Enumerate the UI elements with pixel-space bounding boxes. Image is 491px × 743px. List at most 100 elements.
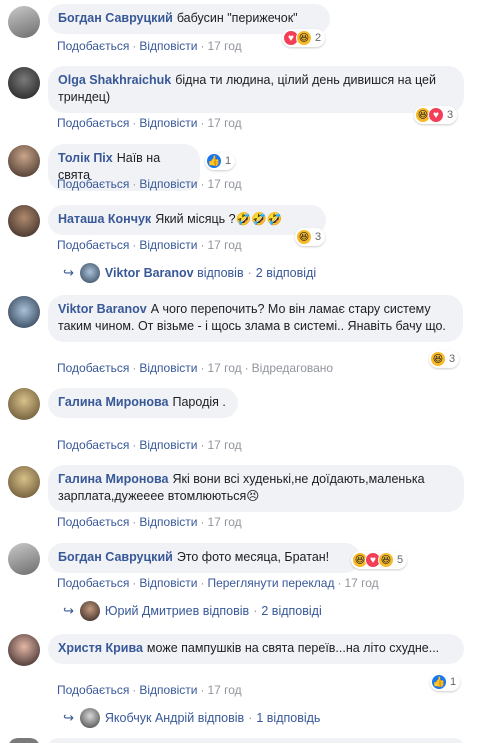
comment-author[interactable]: Наташа Кончук	[58, 212, 151, 226]
reply-link[interactable]: Відповісти	[139, 683, 197, 697]
timestamp[interactable]: 17 год	[207, 116, 241, 130]
avatar	[79, 601, 100, 621]
avatar[interactable]	[8, 296, 40, 328]
avatar	[79, 708, 100, 728]
avatar[interactable]	[8, 145, 40, 177]
reactions-summary[interactable]: ♥ 😆 2	[282, 29, 326, 47]
comment-author[interactable]: Галина Миронова	[58, 472, 169, 486]
comment-author[interactable]: Богдан Савруцкий	[58, 550, 173, 564]
comment-bubble: Богдан Савруцкий Это фото месяца, Братан!	[48, 543, 360, 573]
edited-label: Відредаговано	[251, 361, 334, 375]
reply-arrow-icon: ↪	[63, 710, 74, 725]
timestamp[interactable]: 17 год	[207, 438, 241, 452]
reply-verb: відповів	[197, 711, 245, 725]
comment-actions: Подобається · Відповісти · 17 год	[57, 683, 242, 697]
comment-actions: Подобається · Відповісти · 17 год	[57, 177, 242, 191]
like-link[interactable]: Подобається	[57, 238, 129, 252]
comment-bubble: Наташа Кончук Який місяць ?🤣🤣🤣	[48, 205, 326, 235]
like-link[interactable]: Подобається	[57, 116, 129, 130]
comment-author[interactable]: Viktor Baranov	[58, 302, 147, 316]
comment-bubble: Христя Крива може пампушків на свята пере…	[48, 634, 464, 664]
reaction-count: 3	[449, 353, 456, 365]
like-link[interactable]: Подобається	[57, 515, 129, 529]
reply-author: Якобчук Андрій	[104, 711, 195, 725]
haha-icon: 😆	[430, 351, 446, 367]
timestamp[interactable]: 17 год	[344, 576, 378, 590]
comment-actions: Подобається · Відповісти · Переглянути перек…	[57, 576, 379, 590]
timestamp[interactable]: 17 год	[207, 361, 241, 375]
reactions-summary[interactable]: 👍 1	[430, 673, 461, 691]
like-icon: 👍	[206, 153, 222, 169]
avatar[interactable]	[8, 205, 40, 237]
comment-bubble: Галина Миронова Які вони всі худенькі,не …	[48, 465, 464, 512]
comment-actions: Подобається · Відповісти · 17 год	[57, 515, 242, 529]
reactions-summary[interactable]: 👍 1	[205, 152, 236, 170]
reaction-count: 1	[225, 155, 232, 167]
reply-verb: відповів	[202, 604, 250, 618]
timestamp[interactable]: 17 год	[207, 683, 241, 697]
reply-link[interactable]: Відповісти	[139, 238, 197, 252]
avatar[interactable]	[8, 543, 40, 575]
comment-author[interactable]: Olga Shakhraichuk	[58, 73, 171, 87]
reactions-summary[interactable]: 😆 3	[429, 350, 460, 368]
comment-bubble-partial	[48, 738, 464, 743]
reaction-count: 3	[315, 231, 322, 243]
comment-text: може пампушків на свята переїв...на літо…	[146, 641, 440, 655]
reply-link[interactable]: Відповісти	[139, 39, 197, 53]
avatar[interactable]	[8, 738, 40, 743]
view-replies-link[interactable]: ↪ Viktor Baranov відповів · 2 відповіді	[63, 263, 316, 283]
reaction-count: 1	[450, 676, 457, 688]
reply-link[interactable]: Відповісти	[139, 361, 197, 375]
view-replies-link[interactable]: ↪ Якобчук Андрій відповів · 1 відповідь	[63, 708, 320, 728]
avatar[interactable]	[8, 67, 40, 99]
avatar[interactable]	[8, 388, 40, 420]
reply-count: 2 відповіді	[261, 604, 322, 618]
timestamp[interactable]: 17 год	[207, 515, 241, 529]
comment-bubble: Olga Shakhraichuk бідна ти людина, цілий …	[48, 66, 464, 113]
reactions-summary[interactable]: 😆 ♥ 3	[414, 106, 458, 124]
comment-actions: Подобається · Відповісти · 17 год · Відредагов…	[57, 361, 334, 375]
timestamp[interactable]: 17 год	[207, 39, 241, 53]
translate-link[interactable]: Переглянути переклад	[207, 576, 334, 590]
comment-author[interactable]: Христя Крива	[58, 641, 143, 655]
like-link[interactable]: Подобається	[57, 683, 129, 697]
reply-link[interactable]: Відповісти	[139, 177, 197, 191]
comment-author[interactable]: Толік Піх	[58, 151, 113, 165]
comment-text: Який місяць ?🤣🤣🤣	[155, 212, 283, 226]
comment-bubble: Viktor Baranov А чого перепочить? Мо він …	[48, 295, 463, 342]
comment-author[interactable]: Галина Миронова	[58, 395, 169, 409]
reply-link[interactable]: Відповісти	[139, 576, 197, 590]
reply-link[interactable]: Відповісти	[139, 438, 197, 452]
reply-author: Юрий Дмитриев	[104, 604, 200, 618]
reply-verb: відповів	[197, 266, 244, 280]
avatar[interactable]	[8, 466, 40, 498]
haha-icon: 😆	[296, 30, 312, 46]
like-link[interactable]: Подобається	[57, 39, 129, 53]
comment-actions: Подобається · Відповісти · 17 год	[57, 116, 242, 130]
comment-actions: Подобається · Відповісти · 17 год	[57, 238, 242, 252]
reply-count: 2 відповіді	[255, 266, 317, 280]
reply-arrow-icon: ↪	[63, 265, 74, 280]
like-icon: 👍	[431, 674, 447, 690]
love-icon: ♥	[428, 107, 444, 123]
reaction-count: 2	[315, 32, 322, 44]
like-link[interactable]: Подобається	[57, 438, 129, 452]
comment-actions: Подобається · Відповісти · 17 год	[57, 39, 242, 53]
avatar[interactable]	[8, 6, 40, 38]
reactions-summary[interactable]: 😆 ♥ 😆 5	[351, 551, 408, 569]
avatar[interactable]	[8, 634, 40, 666]
timestamp[interactable]: 17 год	[207, 238, 241, 252]
comment-text: бабусин "перижечок"	[176, 11, 298, 25]
avatar	[79, 263, 100, 283]
like-link[interactable]: Подобається	[57, 576, 129, 590]
like-link[interactable]: Подобається	[57, 361, 129, 375]
view-replies-link[interactable]: ↪ Юрий Дмитриев відповів · 2 відповіді	[63, 601, 322, 621]
like-link[interactable]: Подобається	[57, 177, 129, 191]
timestamp[interactable]: 17 год	[207, 177, 241, 191]
reply-link[interactable]: Відповісти	[139, 116, 197, 130]
comment-author[interactable]: Богдан Савруцкий	[58, 11, 173, 25]
reactions-summary[interactable]: 😆 3	[295, 228, 326, 246]
reply-link[interactable]: Відповісти	[139, 515, 197, 529]
haha-icon: 😆	[296, 229, 312, 245]
comment-bubble: Галина Миронова Пародія .	[48, 388, 238, 418]
